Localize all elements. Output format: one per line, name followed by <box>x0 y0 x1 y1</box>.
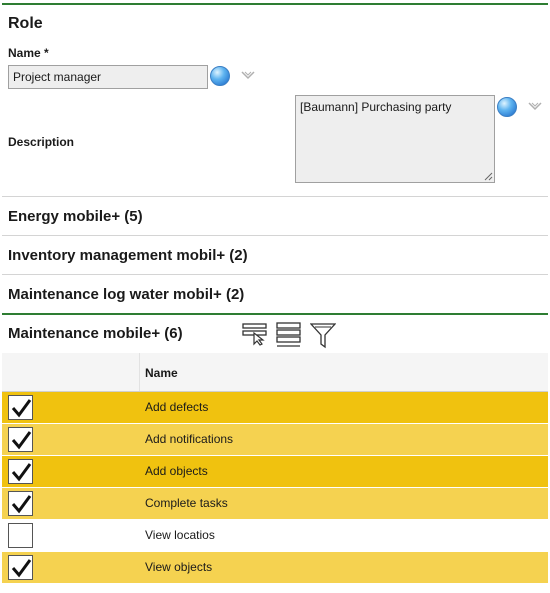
description-textarea[interactable]: [Baumann] Purchasing party <box>295 95 495 183</box>
table-header: Name <box>2 353 548 392</box>
section-inventory-management[interactable]: Inventory management mobil+ (2) <box>8 247 248 264</box>
table-row[interactable]: Complete tasks <box>2 488 548 520</box>
divider <box>2 235 548 236</box>
description-label: Description <box>8 135 75 149</box>
row-label: View objects <box>145 560 213 574</box>
checkmark-icon <box>11 463 32 482</box>
table-row[interactable]: View objects <box>2 552 548 584</box>
globe-icon[interactable] <box>497 97 517 117</box>
column-divider <box>139 353 140 391</box>
row-checkbox[interactable] <box>8 555 33 580</box>
table-row[interactable]: Add notifications <box>2 424 548 456</box>
checkmark-icon <box>11 431 32 450</box>
column-header-name[interactable]: Name <box>145 366 178 380</box>
section-maintenance-mobile[interactable]: Maintenance mobile+ (6) <box>8 325 183 342</box>
table-row[interactable]: View locatios <box>2 520 548 552</box>
row-label: Add notifications <box>145 432 234 446</box>
page-title: Role <box>8 15 43 32</box>
row-checkbox[interactable] <box>8 459 33 484</box>
row-label: View locatios <box>145 528 215 542</box>
chevron-down-icon[interactable] <box>528 101 542 111</box>
row-label: Add objects <box>145 464 208 478</box>
list-icon[interactable] <box>276 322 302 348</box>
row-label: Add defects <box>145 400 209 414</box>
name-input[interactable]: Project manager <box>8 65 208 89</box>
section-energy-mobile[interactable]: Energy mobile+ (5) <box>8 208 143 225</box>
table-row[interactable]: Add objects <box>2 456 548 488</box>
checkmark-icon <box>11 399 32 418</box>
resize-grip-icon[interactable] <box>484 172 493 181</box>
divider <box>2 274 548 275</box>
table-row[interactable]: Add defects <box>2 392 548 424</box>
row-checkbox[interactable] <box>8 523 33 548</box>
row-checkbox[interactable] <box>8 427 33 452</box>
row-label: Complete tasks <box>145 496 228 510</box>
divider <box>2 313 548 315</box>
checkmark-icon <box>11 559 32 578</box>
header-accent-line <box>2 3 548 5</box>
filter-icon[interactable] <box>310 322 336 349</box>
row-checkbox[interactable] <box>8 491 33 516</box>
row-checkbox[interactable] <box>8 395 33 420</box>
divider <box>2 196 548 197</box>
name-label: Name * <box>8 46 49 60</box>
chevron-down-icon[interactable] <box>241 70 255 80</box>
checkmark-icon <box>11 495 32 514</box>
globe-icon[interactable] <box>210 66 230 86</box>
select-rows-icon[interactable] <box>242 322 268 346</box>
section-maintenance-log-water[interactable]: Maintenance log water mobil+ (2) <box>8 286 244 303</box>
